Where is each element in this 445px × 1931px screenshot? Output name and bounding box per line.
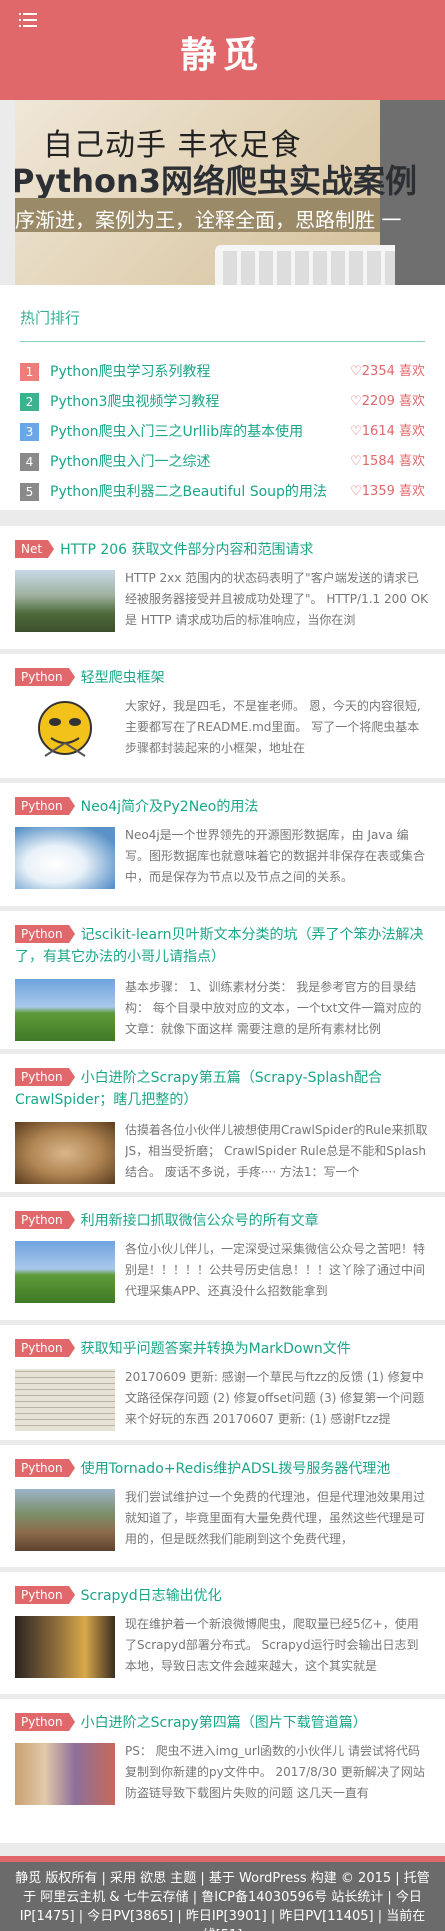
hot-ranking-panel: 热门排行 1 Python爬虫学习系列教程 ♡2354 喜欢 2 Python3… [0, 285, 445, 510]
rank-badge: 5 [20, 483, 39, 501]
hot-item-likes: ♡1584 喜欢 [350, 454, 425, 469]
hot-item-title[interactable]: Python3爬虫视频学习教程 [50, 392, 219, 412]
category-tag[interactable]: Python [15, 1068, 75, 1086]
post-excerpt: Neo4j是一个世界领先的开源图形数据库，由 Java 编写。图形数据库也就意味… [125, 828, 426, 884]
post-excerpt: 大家好，我是四毛，不是崔老师。 恩，今天的内容很短, 主要都写在了README.… [125, 699, 421, 755]
post-thumbnail[interactable] [15, 1369, 115, 1431]
post-title[interactable]: Python 获取知乎问题答案并转换为MarkDown文件 [15, 1338, 435, 1360]
site-title[interactable]: 静觅 [0, 26, 445, 78]
heart-icon: ♡ [350, 424, 362, 439]
post-title[interactable]: Python Neo4j简介及Py2Neo的用法 [15, 796, 435, 818]
post-thumbnail[interactable] [15, 827, 115, 889]
hot-item[interactable]: 5 Python爬虫利器二之Beautiful Soup的用法 ♡1359 喜欢 [20, 482, 425, 502]
category-tag[interactable]: Python [15, 1713, 75, 1731]
post-thumbnail[interactable] [15, 1122, 115, 1184]
post-title[interactable]: Net HTTP 206 获取文件部分内容和范围请求 [15, 539, 435, 561]
post-thumbnail[interactable] [15, 570, 115, 632]
hot-item-title[interactable]: Python爬虫入门一之综述 [50, 452, 211, 472]
heart-icon: ♡ [350, 364, 362, 379]
post-card[interactable]: Python 轻型爬虫框架 大家好，我是四毛，不是崔老师。 恩，今天的内容很短, … [0, 654, 445, 778]
post-thumbnail[interactable] [15, 1616, 115, 1678]
post-card[interactable]: Python 小白进阶之Scrapy第五篇（Scrapy-Splash配合Craw… [0, 1054, 445, 1192]
post-thumbnail[interactable] [15, 1743, 115, 1805]
post-card[interactable]: Python Scrapyd日志输出优化 现在维护着一个新浪微博爬虫，爬取量已经5… [0, 1572, 445, 1694]
category-tag[interactable]: Python [15, 797, 75, 815]
category-tag[interactable]: Python [15, 1339, 75, 1357]
hot-item-title[interactable]: Python爬虫入门三之Urllib库的基本使用 [50, 422, 303, 442]
post-excerpt: 各位小伙儿伴儿，一定深受过采集微信公众号之苦吧！特别是！！！！！公共号历史信息！… [125, 1242, 426, 1298]
post-title[interactable]: Python 记scikit-learn贝叶斯文本分类的坑（弄了个笨办法解决了，有… [15, 924, 435, 968]
post-card[interactable]: Python 记scikit-learn贝叶斯文本分类的坑（弄了个笨办法解决了，有… [0, 911, 445, 1049]
keyboard-graphic [215, 245, 395, 285]
category-tag[interactable]: Python [15, 1211, 75, 1229]
post-title[interactable]: Python 利用新接口抓取微信公众号的所有文章 [15, 1210, 435, 1232]
post-card[interactable]: Python 小白进阶之Scrapy第四篇（图片下载管道篇） PS： 爬虫不进入i… [0, 1699, 445, 1843]
hot-item-likes: ♡2209 喜欢 [350, 394, 425, 409]
post-thumbnail[interactable] [15, 979, 115, 1041]
post-excerpt: 20170609 更新: 感谢一个草民与ftzz的反馈 (1) 修复中文路径保存… [125, 1370, 425, 1426]
category-tag[interactable]: Python [15, 1459, 75, 1477]
post-title[interactable]: Python 小白进阶之Scrapy第四篇（图片下载管道篇） [15, 1712, 435, 1734]
post-excerpt: 估摸着各位小伙伴儿被想使用CrawlSpider的Rule来抓取JS，相当受折磨… [125, 1123, 428, 1179]
category-tag[interactable]: Python [15, 925, 75, 943]
hot-item-likes: ♡2354 喜欢 [350, 364, 425, 379]
category-tag[interactable]: Net [15, 540, 55, 558]
hot-item-title[interactable]: Python爬虫利器二之Beautiful Soup的用法 [50, 482, 327, 502]
category-tag[interactable]: Python [15, 1586, 75, 1604]
post-thumbnail[interactable] [15, 698, 115, 760]
rank-badge: 3 [20, 423, 39, 441]
hot-item[interactable]: 4 Python爬虫入门一之综述 ♡1584 喜欢 [20, 452, 425, 472]
banner-title: Python3网络爬虫实战案例 [15, 162, 418, 200]
post-card[interactable]: Python 利用新接口抓取微信公众号的所有文章 各位小伙儿伴儿，一定深受过采集微… [0, 1197, 445, 1320]
post-excerpt: PS： 爬虫不进入img_url函数的小伙伴儿 请尝试将代码 复制到你新建的py… [125, 1744, 425, 1800]
post-card[interactable]: Net HTTP 206 获取文件部分内容和范围请求 HTTP 2xx 范围内的状… [0, 526, 445, 649]
divider [20, 341, 425, 342]
heart-icon: ♡ [350, 454, 362, 469]
footer-text: 静觅 版权所有 | 采用 欲思 主题 | 基于 WordPress 构建 © 2… [15, 1871, 430, 1931]
rank-badge: 4 [20, 453, 39, 471]
heart-icon: ♡ [350, 394, 362, 409]
post-title[interactable]: Python 小白进阶之Scrapy第五篇（Scrapy-Splash配合Craw… [15, 1067, 435, 1111]
post-excerpt: 现在维护着一个新浪微博爬虫，爬取量已经5亿+，使用了Scrapyd部署分布式。 … [125, 1617, 419, 1673]
hot-item[interactable]: 3 Python爬虫入门三之Urllib库的基本使用 ♡1614 喜欢 [20, 422, 425, 442]
banner-image[interactable]: 自己动手 丰衣足食 Python3网络爬虫实战案例 序渐进，案例为王，诠释全面，… [15, 100, 417, 285]
post-title[interactable]: Python 轻型爬虫框架 [15, 667, 435, 689]
post-title[interactable]: Python 使用Tornado+Redis维护ADSL拨号服务器代理池 [15, 1458, 435, 1480]
post-excerpt: 基本步骤： 1、训练素材分类： 我是参考官方的目录结构： 每个目录中放对应的文本… [125, 980, 422, 1036]
category-tag[interactable]: Python [15, 668, 75, 686]
hot-item-title[interactable]: Python爬虫学习系列教程 [50, 362, 211, 382]
rank-badge: 2 [20, 393, 39, 411]
site-footer: 静觅 版权所有 | 采用 欲思 主题 | 基于 WordPress 构建 © 2… [0, 1856, 445, 1931]
hot-item[interactable]: 2 Python3爬虫视频学习教程 ♡2209 喜欢 [20, 392, 425, 412]
post-title[interactable]: Python Scrapyd日志输出优化 [15, 1585, 435, 1607]
post-excerpt: 我们尝试维护过一个免费的代理池，但是代理池效果用过就知道了，毕竟里面有大量免费代… [125, 1490, 426, 1546]
banner-slider[interactable]: 自己动手 丰衣足食 Python3网络爬虫实战案例 序渐进，案例为王，诠释全面，… [15, 100, 445, 285]
hot-item[interactable]: 1 Python爬虫学习系列教程 ♡2354 喜欢 [20, 362, 425, 382]
post-card[interactable]: Python 使用Tornado+Redis维护ADSL拨号服务器代理池 我们尝试… [0, 1445, 445, 1567]
hot-ranking-title: 热门排行 [20, 309, 81, 327]
post-excerpt: HTTP 2xx 范围内的状态码表明了"客户端发送的请求已经被服务器接受并且被成… [125, 571, 429, 627]
hot-item-likes: ♡1359 喜欢 [350, 484, 425, 499]
post-thumbnail[interactable] [15, 1241, 115, 1303]
menu-icon[interactable] [19, 13, 37, 27]
rank-badge: 1 [20, 363, 39, 381]
post-card[interactable]: Python 获取知乎问题答案并转换为MarkDown文件 20170609 更新… [0, 1325, 445, 1440]
hot-item-likes: ♡1614 喜欢 [350, 424, 425, 439]
heart-icon: ♡ [350, 484, 362, 499]
post-thumbnail[interactable] [15, 1489, 115, 1551]
site-header: 静觅 [0, 0, 445, 100]
post-card[interactable]: Python Neo4j简介及Py2Neo的用法 Neo4j是一个世界领先的开源图… [0, 783, 445, 906]
banner-tagline: 序渐进，案例为王，诠释全面，思路制胜 一 [15, 208, 402, 232]
